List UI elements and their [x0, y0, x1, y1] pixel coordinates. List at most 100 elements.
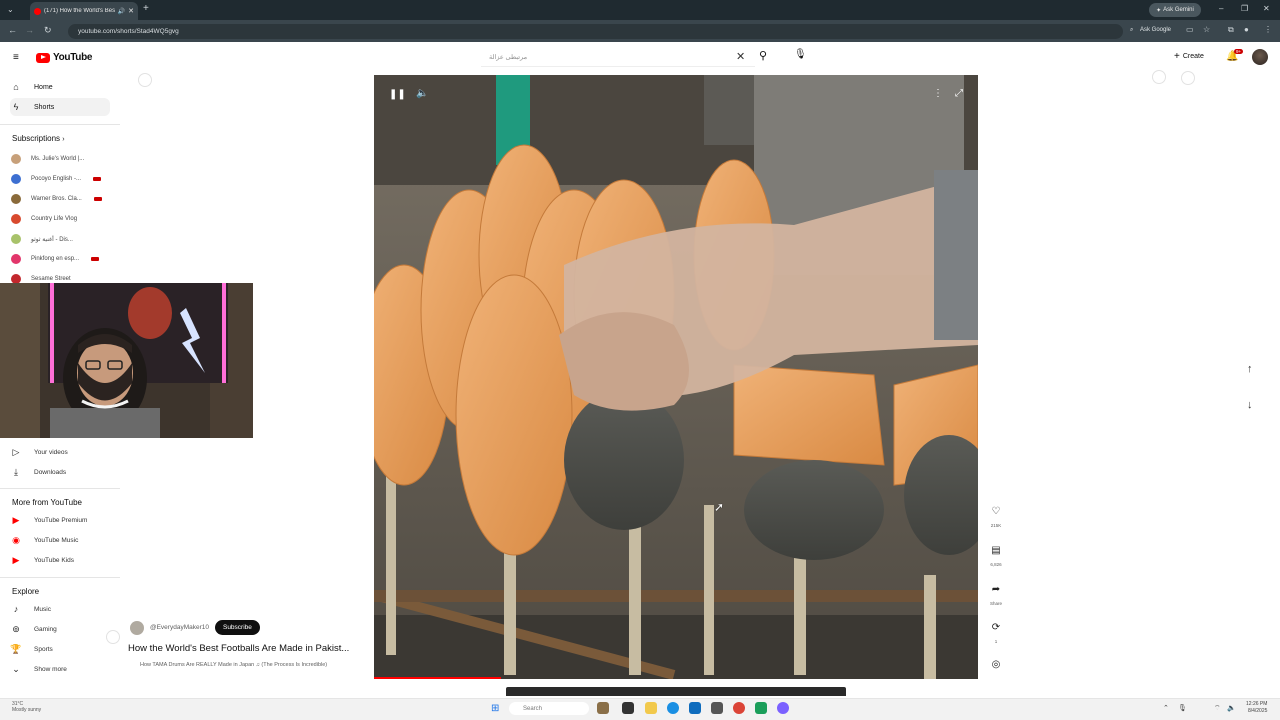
channel-avatar[interactable]: [130, 620, 144, 635]
search-input[interactable]: مرتبطی عزالة: [481, 47, 755, 67]
subscription-item[interactable]: أغنية ثوثو - Dis...: [11, 232, 111, 246]
related-video-link[interactable]: How TAMA Drums Are REALLY Made in Japan …: [140, 662, 327, 668]
restore-window-icon[interactable]: ❐: [1241, 4, 1248, 13]
google-lens-icon[interactable]: ⌕: [1130, 27, 1133, 34]
remix-button[interactable]: ⟳ 1: [986, 622, 1006, 644]
forward-arrow-icon[interactable]: →: [25, 25, 34, 35]
subscription-item[interactable]: Pocoyo English -...: [11, 172, 111, 186]
clear-search-icon[interactable]: ✕: [736, 50, 745, 63]
microphone-tray-icon[interactable]: 🎙: [1178, 704, 1187, 712]
sidebar-item-label: Your videos: [34, 448, 68, 456]
sidebar-item-youtube-premium[interactable]: ▶ YouTube Premium: [10, 511, 110, 529]
sidebar-item-downloads[interactable]: ⤓ Downloads: [10, 463, 110, 481]
subscription-item[interactable]: Pinkfong en esp...: [11, 252, 111, 266]
sidebar-item-music[interactable]: ♪ Music: [10, 600, 110, 618]
create-button[interactable]: + Create: [1174, 51, 1204, 62]
youtube-logo[interactable]: YouTube: [36, 52, 93, 63]
youtube-favicon-icon: [34, 7, 41, 15]
more-from-youtube-heading: More from YouTube: [12, 498, 82, 507]
cast-icon[interactable]: ▭: [1186, 25, 1194, 34]
system-clock[interactable]: 12:26 PM 8/4/2025: [1246, 701, 1267, 715]
weather-widget[interactable]: 31°C Mostly sunny: [12, 701, 41, 713]
sidebar-item-shorts[interactable]: ϟ Shorts: [10, 98, 110, 116]
more-options-icon[interactable]: ⋮: [933, 88, 943, 99]
settings-app-icon[interactable]: [711, 702, 723, 714]
subscription-label: Sesame Street: [31, 276, 71, 282]
taskbar-app-icon[interactable]: [777, 702, 789, 714]
edge-browser-icon[interactable]: [667, 702, 679, 714]
subscription-item[interactable]: Warner Bros. Cla...: [11, 192, 111, 206]
live-indicator-icon: [93, 197, 102, 201]
ask-gemini-button[interactable]: ✦ Ask Gemini: [1149, 3, 1201, 17]
sidebar-item-your-videos[interactable]: ▷ Your videos: [10, 443, 110, 461]
previous-short-arrow-icon[interactable]: ↑: [1247, 363, 1253, 375]
sidebar-item-youtube-music[interactable]: ◉ YouTube Music: [10, 531, 110, 549]
shorts-video-player[interactable]: [374, 75, 978, 679]
horizontal-scrollbar[interactable]: [506, 687, 846, 696]
channel-avatar: [11, 194, 21, 204]
account-avatar[interactable]: [1252, 49, 1268, 65]
file-explorer-icon[interactable]: [645, 702, 657, 714]
pause-icon[interactable]: ❚❚: [389, 89, 406, 100]
windows-start-icon[interactable]: ⊞: [491, 703, 499, 714]
minimize-window-icon[interactable]: –: [1219, 4, 1223, 13]
taskbar-search[interactable]: Search: [509, 702, 589, 715]
sidebar-item-youtube-kids[interactable]: ▶ YouTube Kids: [10, 551, 110, 569]
volume-icon[interactable]: 🔈: [416, 88, 428, 99]
sound-source-button[interactable]: ◎: [986, 659, 1006, 670]
shorts-icon: ϟ: [13, 102, 19, 112]
close-window-icon[interactable]: ✕: [1263, 4, 1270, 13]
hamburger-menu-icon[interactable]: ≡: [13, 52, 19, 63]
browser-menu-icon[interactable]: ⋮: [1264, 25, 1272, 34]
browser-tab-active[interactable]: (171) How the World's Bes 🔊 ✕: [30, 2, 138, 20]
chrome-browser-icon[interactable]: [733, 702, 745, 714]
comments-button[interactable]: ▤ 6,826: [986, 545, 1006, 567]
channel-row: @EverydayMaker10 Subscribe: [130, 620, 260, 635]
taskbar-app-icon[interactable]: [597, 702, 609, 714]
new-tab-plus-icon[interactable]: +: [143, 4, 149, 14]
microsoft-store-icon[interactable]: [689, 702, 701, 714]
reload-icon[interactable]: ↻: [44, 25, 52, 36]
channel-avatar: [11, 214, 21, 224]
ask-google-button[interactable]: Ask Google: [1140, 27, 1171, 33]
sidebar-show-more[interactable]: ⌄ Show more: [10, 660, 110, 678]
next-short-arrow-icon[interactable]: ↓: [1247, 399, 1253, 411]
subscription-item[interactable]: Ms. Julie's World |...: [11, 152, 111, 166]
tab-audio-icon[interactable]: 🔊: [118, 8, 125, 15]
search-icon[interactable]: ⚲: [759, 49, 767, 62]
taskbar-app-icon[interactable]: [755, 702, 767, 714]
sound-disc-icon: ◎: [991, 659, 1001, 670]
channel-avatar: [11, 174, 21, 184]
ask-gemini-label: Ask Gemini: [1163, 7, 1194, 13]
back-arrow-icon[interactable]: ←: [8, 25, 17, 35]
subscriptions-heading[interactable]: Subscriptions ›: [12, 134, 65, 143]
subscribe-button[interactable]: Subscribe: [214, 620, 260, 635]
channel-name[interactable]: @EverydayMaker10: [150, 624, 209, 631]
speaker-icon[interactable]: 🔈: [1227, 704, 1236, 712]
tab-close-icon[interactable]: ✕: [128, 7, 134, 15]
profile-avatar-icon[interactable]: ●: [1244, 25, 1249, 34]
sidebar-item-label: Music: [34, 605, 51, 613]
video-progress-bar[interactable]: [374, 677, 501, 679]
sidebar-item-home[interactable]: ⌂ Home: [10, 78, 110, 96]
subscription-item[interactable]: Country Life Vlog: [11, 212, 111, 226]
explore-heading: Explore: [12, 587, 40, 596]
tab-list-chevron-icon[interactable]: ⌄: [7, 6, 14, 14]
sidebar-item-gaming[interactable]: ⊚ Gaming: [10, 620, 110, 638]
share-button[interactable]: ➦ Share: [986, 584, 1006, 606]
fullscreen-icon[interactable]: ⤢: [955, 88, 963, 99]
like-button[interactable]: ♡ 215K: [986, 506, 1006, 528]
video-title[interactable]: How the World's Best Footballs Are Made …: [128, 643, 349, 654]
sidebar-divider: [0, 124, 120, 125]
extensions-icon[interactable]: ⧉: [1228, 25, 1234, 35]
microphone-icon[interactable]: 🎙: [794, 49, 807, 60]
sidebar-item-sports[interactable]: 🏆 Sports: [10, 640, 110, 658]
tray-chevron-icon[interactable]: ⌃: [1163, 704, 1169, 712]
sidebar-item-label: Show more: [34, 665, 67, 673]
bookmark-star-icon[interactable]: ☆: [1203, 25, 1210, 34]
wifi-icon[interactable]: ⌔: [1214, 704, 1221, 713]
address-bar[interactable]: youtube.com/shorts/Stad4WQ5gvg: [68, 24, 1123, 39]
subscription-label: Pocoyo English -...: [31, 176, 82, 182]
task-view-icon[interactable]: [622, 702, 634, 714]
clock-time: 12:26 PM: [1246, 701, 1268, 707]
